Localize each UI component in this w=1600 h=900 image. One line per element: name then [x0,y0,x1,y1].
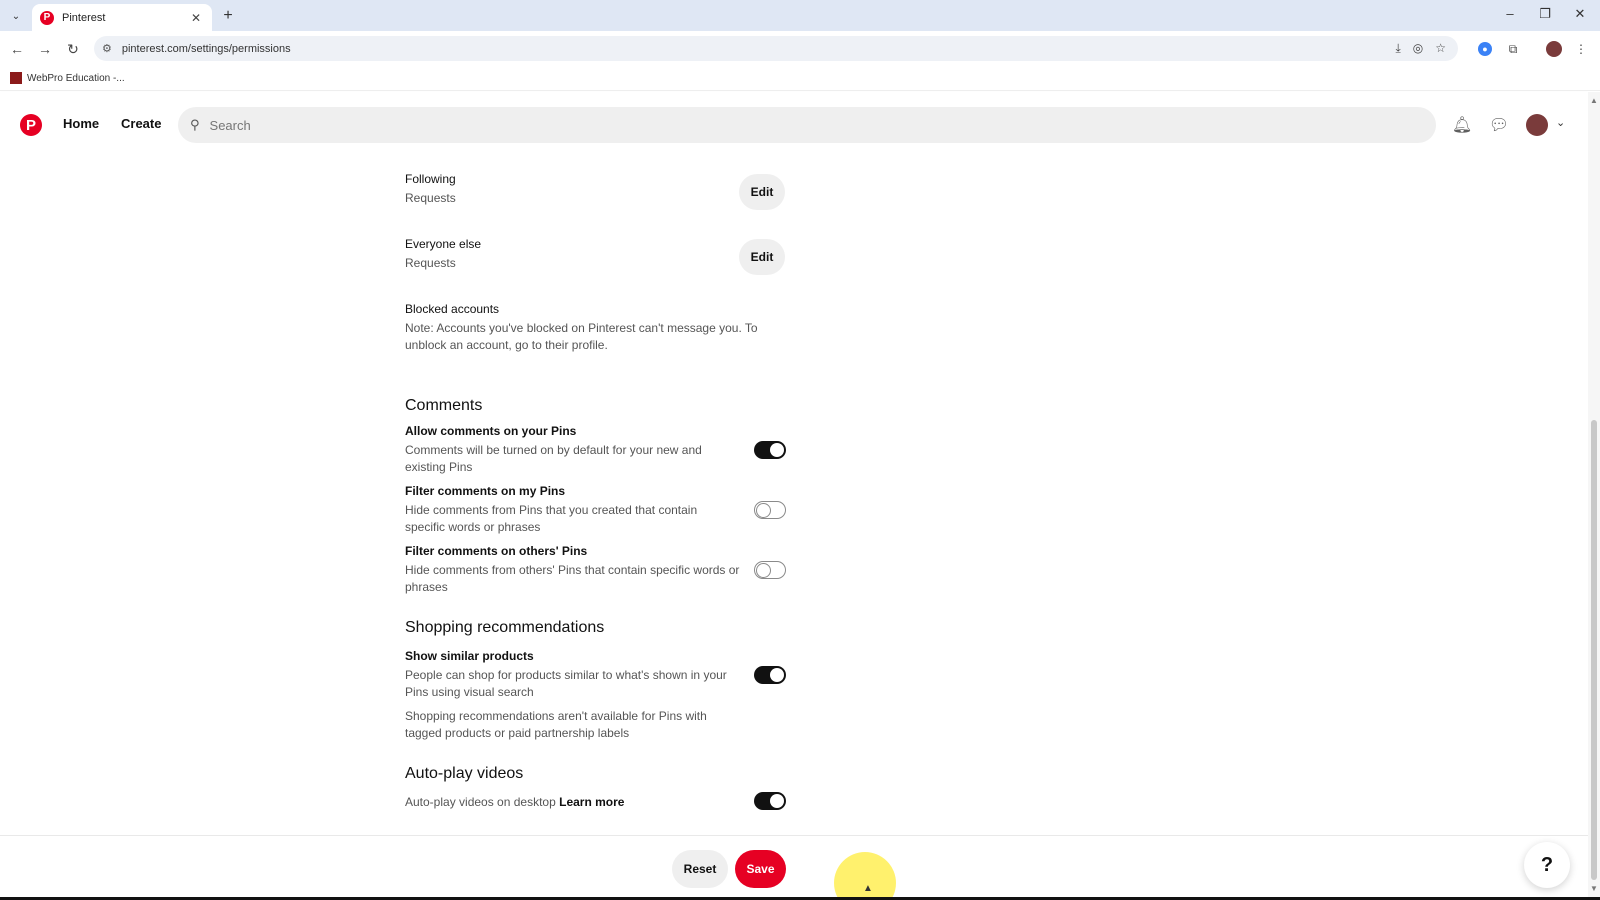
filter-my-comments-title: Filter comments on my Pins [405,484,566,498]
learn-more-link[interactable]: Learn more [559,795,624,809]
mouse-cursor-icon: ▲ [863,883,873,894]
nav-home[interactable]: Home [63,116,99,131]
extensions-puzzle-icon[interactable]: ⧉ [1504,40,1522,58]
filter-my-comments-desc: Hide comments from Pins that you created… [405,503,698,534]
settings-action-bar: Reset Save ? [0,835,1588,900]
scrollbar-thumb[interactable] [1591,420,1597,880]
filter-my-comments-setting: Filter comments on my Pins Hide comments… [405,484,786,534]
extension-blue-icon[interactable]: ● [1478,42,1492,56]
install-icon[interactable]: ⤓ [1395,41,1400,56]
following-edit-button[interactable]: Edit [739,174,785,210]
search-input[interactable] [209,117,1436,133]
following-setting: Following Requests Edit [405,172,785,212]
search-icon: ⚲ [190,117,200,132]
shopping-note: Shopping recommendations aren't availabl… [405,708,735,742]
autoplay-desc: Auto-play videos on desktop [405,795,556,809]
url-field[interactable]: ⚙ pinterest.com/settings/permissions ⤓ ◎… [94,36,1458,61]
close-tab-icon[interactable]: ✕ [188,11,204,25]
profile-avatar[interactable] [1526,114,1548,136]
autoplay-section: Auto-play videos [405,765,785,783]
account-chevron-down-icon[interactable]: ⌄ [1556,116,1565,129]
browser-tab[interactable]: P Pinterest ✕ [32,4,212,31]
filter-others-comments-title: Filter comments on others' Pins [405,544,588,558]
comments-section: Comments [405,397,785,415]
url-text: pinterest.com/settings/permissions [121,42,291,55]
nav-create[interactable]: Create [121,116,161,131]
eye-off-icon[interactable]: ◎ [1413,41,1423,56]
allow-comments-desc: Comments will be turned on by default fo… [405,443,702,474]
scroll-down-icon[interactable]: ▼ [1590,884,1598,893]
tab-title: Pinterest [62,11,106,24]
tab-search-icon[interactable]: ⌄ [6,6,26,26]
shopping-heading: Shopping recommendations [405,619,605,636]
close-window-icon[interactable]: ✕ [1570,6,1590,22]
save-button[interactable]: Save [735,850,786,888]
everyone-else-setting: Everyone else Requests Edit [405,237,785,277]
blocked-accounts-title: Blocked accounts [405,302,500,316]
everyone-else-edit-button[interactable]: Edit [739,239,785,275]
allow-comments-setting: Allow comments on your Pins Comments wil… [405,424,786,474]
reload-icon[interactable]: ↻ [63,39,83,59]
blocked-accounts-setting: Blocked accounts Note: Accounts you've b… [405,302,775,354]
shopping-note-text: Shopping recommendations aren't availabl… [405,709,707,740]
help-button[interactable]: ? [1524,842,1570,888]
browser-tab-bar: ⌄ P Pinterest ✕ + – ❐ ✕ [0,0,1600,31]
allow-comments-title: Allow comments on your Pins [405,424,577,438]
bookmarks-bar: WebPro Education -... [0,66,1600,91]
autoplay-heading: Auto-play videos [405,765,524,782]
back-icon[interactable]: ← [7,39,27,59]
restore-icon[interactable]: ❐ [1535,6,1555,22]
filter-others-comments-toggle[interactable] [754,561,786,579]
similar-products-toggle[interactable] [754,666,786,684]
bookmark-item[interactable]: WebPro Education -... [27,73,125,84]
bookmark-favicon-icon [10,72,22,84]
similar-products-setting: Show similar products People can shop fo… [405,649,786,699]
filter-my-comments-toggle[interactable] [754,501,786,519]
minimize-icon[interactable]: – [1500,6,1520,21]
pinterest-favicon-icon: P [40,10,54,25]
comments-heading: Comments [405,397,483,414]
forward-icon[interactable]: → [35,39,55,59]
everyone-else-title: Everyone else [405,237,482,251]
search-bar[interactable]: ⚲ [178,107,1436,143]
address-bar-row: ← → ↻ ⚙ pinterest.com/settings/permissio… [0,31,1600,66]
settings-content: Following Requests Edit Everyone else Re… [0,158,1588,834]
autoplay-toggle[interactable] [754,792,786,810]
allow-comments-toggle[interactable] [754,441,786,459]
following-value: Requests [405,191,456,205]
shopping-section: Shopping recommendations [405,619,785,637]
pinterest-header: P Home Create ⚲ 🔔︎ 💬︎ ⌄ [0,92,1588,158]
similar-products-desc: People can shop for products similar to … [405,668,727,699]
new-tab-icon[interactable]: + [218,6,238,26]
everyone-else-value: Requests [405,256,456,270]
notifications-bell-icon[interactable]: 🔔︎ [1451,114,1473,136]
similar-products-title: Show similar products [405,649,534,663]
bookmark-star-icon[interactable]: ☆ [1435,41,1446,56]
messages-icon[interactable]: 💬︎ [1488,114,1510,136]
filter-others-comments-setting: Filter comments on others' Pins Hide com… [405,544,786,594]
pinterest-logo-icon[interactable]: P [20,114,42,136]
site-info-icon[interactable]: ⚙ [102,42,112,55]
autoplay-setting: Auto-play videos on desktop Learn more [405,792,786,818]
browser-profile-avatar[interactable] [1546,41,1562,57]
blocked-accounts-note: Note: Accounts you've blocked on Pintere… [405,321,758,352]
browser-menu-icon[interactable]: ⋮ [1572,40,1590,58]
page-scrollbar[interactable]: ▲ ▼ [1588,92,1600,900]
following-title: Following [405,172,456,186]
scroll-up-icon[interactable]: ▲ [1590,96,1598,105]
filter-others-comments-desc: Hide comments from others' Pins that con… [405,563,740,594]
reset-button[interactable]: Reset [672,850,728,888]
